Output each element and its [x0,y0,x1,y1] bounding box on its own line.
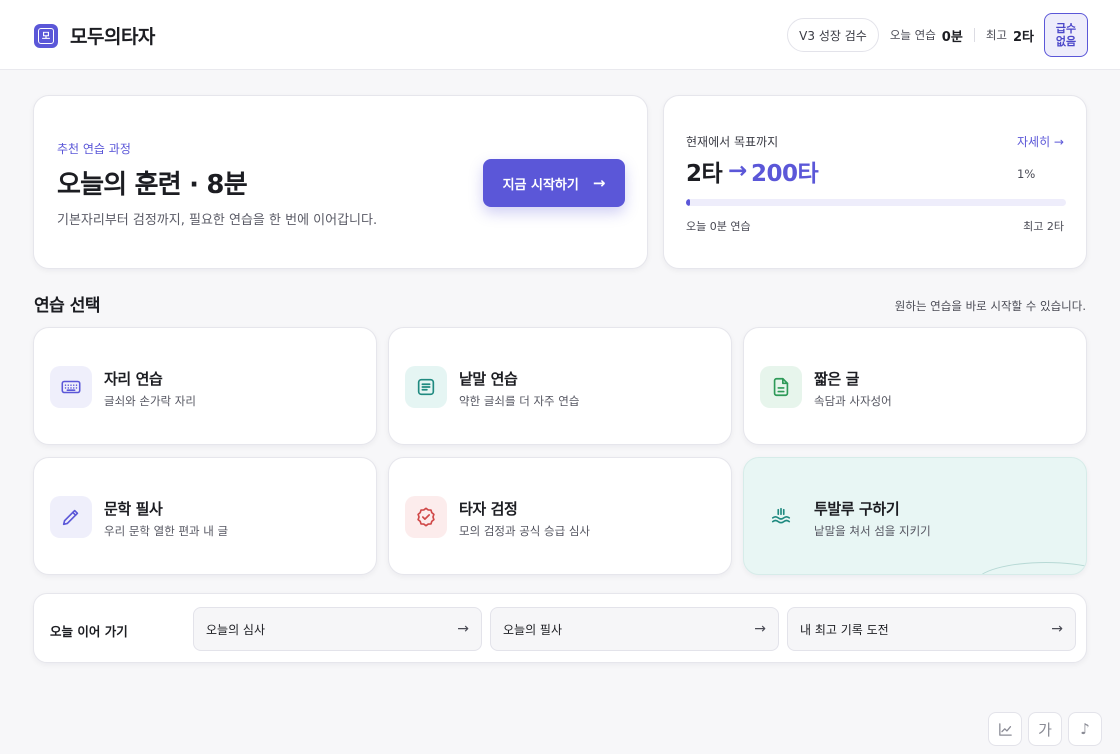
stats-chart-button[interactable] [988,712,1022,746]
today-practice-value: 0분 [941,29,963,45]
tile-literature-transcription[interactable]: 문학 필사 우리 문학 열한 편과 내 글 [33,457,377,575]
best-record-value: 2타 [1012,29,1034,45]
goal-best-caption: 최고 2타 [1023,220,1064,233]
tile-title: 투발루 구하기 [814,500,900,518]
tile-word-practice[interactable]: 낱말 연습 약한 글쇠를 더 자주 연습 [388,327,732,445]
goal-progress-card: 현재에서 목표까지 자세히 → 2타 → 200타 1% 오늘 0분 연습 최고… [663,95,1087,269]
hero-eyebrow: 추천 연습 과정 [57,142,131,156]
hero-description: 기본자리부터 검정까지, 필요한 연습을 한 번에 이어갑니다. [57,213,378,228]
continue-item-today-transcription[interactable]: 오늘의 필사 → [490,607,779,651]
text-lines-icon [405,366,447,408]
grade-badge-button[interactable]: 급수 없음 [1044,13,1088,57]
tile-title: 짧은 글 [814,370,860,388]
continue-item-label: 오늘의 심사 [206,622,266,637]
header-status: V3 성장 검수 오늘 연습 0분 최고 2타 급수 없음 [787,13,1088,57]
tile-description: 글쇠와 손가락 자리 [104,394,196,408]
tile-title: 문학 필사 [104,500,163,518]
practice-section-title: 연습 선택 [34,296,100,316]
tile-description: 모의 검정과 공식 승급 심사 [459,524,591,538]
tile-description: 낱말을 쳐서 섬을 지키기 [814,524,931,538]
tile-title: 자리 연습 [104,370,163,388]
continue-item-label: 오늘의 필사 [503,622,563,637]
goal-detail-link[interactable]: 자세히 → [1017,133,1064,150]
header-divider [973,28,975,42]
goal-values: 2타 → 200타 [686,154,819,188]
tile-position-practice[interactable]: 자리 연습 글쇠와 손가락 자리 [33,327,377,445]
music-note-icon: ♪ [1080,720,1090,738]
start-now-button[interactable]: 지금 시작하기 → [483,159,625,207]
tile-save-tuvalu-game[interactable]: 투발루 구하기 낱말을 쳐서 섬을 지키기 [743,457,1087,575]
best-record-stat: 최고 2타 [986,26,1034,45]
tile-description: 속담과 사자성어 [814,394,892,408]
island-wave-decoration [976,562,1086,574]
today-practice-stat: 오늘 연습 0분 [890,26,963,45]
pencil-icon [50,496,92,538]
continue-today-label: 오늘 이어 가기 [50,624,128,639]
music-toggle-button[interactable]: ♪ [1068,712,1102,746]
start-now-label: 지금 시작하기 [502,177,579,193]
continue-item-label: 내 최고 기록 도전 [800,622,889,637]
arrow-right-icon: → [1051,621,1063,637]
keyboard-icon [50,366,92,408]
font-size-button[interactable]: 가 [1028,712,1062,746]
arrow-right-icon: → [457,621,469,637]
goal-target: 200타 [750,161,819,187]
continue-item-today-exam[interactable]: 오늘의 심사 → [193,607,482,651]
practice-section-hint: 원하는 연습을 바로 시작할 수 있습니다. [894,299,1086,313]
version-pill[interactable]: V3 성장 검수 [787,18,879,52]
goal-label: 현재에서 목표까지 [686,135,779,149]
recommended-course-card: 추천 연습 과정 오늘의 훈련 · 8분 기본자리부터 검정까지, 필요한 연습… [33,95,648,269]
line-chart-icon [998,722,1012,736]
goal-today-caption: 오늘 0분 연습 [686,220,751,233]
goal-arrow-icon: → [728,158,747,184]
brand-logo-icon: 모 [34,23,58,48]
brand[interactable]: 모 모두의타자 [34,22,155,49]
arrow-right-icon: → [592,174,606,192]
tile-title: 타자 검정 [459,500,518,518]
best-record-label: 최고 [985,28,1007,42]
tile-title: 낱말 연습 [459,370,518,388]
tile-typing-exam[interactable]: 타자 검정 모의 검정과 공식 승급 심사 [388,457,732,575]
tile-short-text[interactable]: 짧은 글 속담과 사자성어 [743,327,1087,445]
today-practice-label: 오늘 연습 [889,28,936,42]
goal-progress-bar [686,199,1066,206]
goal-current: 2타 [686,161,723,187]
hero-title: 오늘의 훈련 · 8분 [57,170,248,200]
document-icon [760,366,802,408]
waves-icon [760,496,802,538]
badge-check-icon [405,496,447,538]
top-header: 모 모두의타자 V3 성장 검수 오늘 연습 0분 최고 2타 급수 없음 [0,0,1120,70]
continue-item-best-record[interactable]: 내 최고 기록 도전 → [787,607,1076,651]
goal-progress-fill [686,199,690,206]
brand-name: 모두의타자 [70,26,155,48]
tile-description: 우리 문학 열한 편과 내 글 [104,524,229,538]
continue-today-bar: 오늘 이어 가기 오늘의 심사 → 오늘의 필사 → 내 최고 기록 도전 → [33,593,1087,663]
goal-percent: 1% [1017,167,1036,181]
tile-description: 약한 글쇠를 더 자주 연습 [459,394,580,408]
font-glyph-icon: 가 [1038,720,1052,739]
arrow-right-icon: → [754,621,766,637]
